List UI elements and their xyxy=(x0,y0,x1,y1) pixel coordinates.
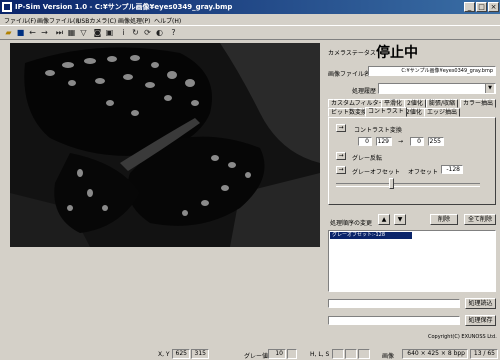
info-icon[interactable]: ⅰ xyxy=(118,28,129,38)
open-folder-icon[interactable]: ▰ xyxy=(3,28,14,38)
app-window: IP-Sim Version 1.0 - C:¥サンプル画像¥eyes0349_… xyxy=(0,0,500,360)
list-item[interactable]: グレーオフセット:-128 xyxy=(330,232,412,239)
refresh-icon[interactable]: ⟳ xyxy=(142,28,153,38)
load-process-button[interactable]: 処理読込 xyxy=(465,298,496,309)
title-bar: IP-Sim Version 1.0 - C:¥サンプル画像¥eyes0349_… xyxy=(0,0,500,14)
process-history-label: 処理履歴 xyxy=(352,88,377,95)
l-value xyxy=(345,349,357,359)
x-value: 625 xyxy=(172,349,190,359)
load-path-field[interactable] xyxy=(328,299,460,308)
menu-file[interactable]: ファイル(F) xyxy=(4,16,36,25)
xy-label: X, Y xyxy=(158,351,170,358)
gray-invert-button[interactable]: → xyxy=(336,152,346,160)
offset-slider[interactable] xyxy=(336,178,480,190)
app-icon xyxy=(2,2,12,12)
dropdown-arrow-icon[interactable]: ▼ xyxy=(485,84,494,93)
image-label: 画像 xyxy=(382,353,395,360)
forward-arrow-icon[interactable]: → xyxy=(39,28,50,38)
butterfly-image xyxy=(10,43,320,247)
contrast-apply-button[interactable]: → xyxy=(336,124,346,132)
gray-offset-button[interactable]: → xyxy=(336,166,346,174)
window-title: IP-Sim Version 1.0 - C:¥サンプル画像¥eyes0349_… xyxy=(15,3,233,11)
mask-icon[interactable]: ◐ xyxy=(154,28,165,38)
image-size: 640 × 425 × 8 bpp xyxy=(402,349,468,359)
offset-label: オフセット xyxy=(408,169,439,176)
to-max-field[interactable]: 255 xyxy=(428,137,444,146)
menu-bar: ファイル(F) 画像ファイル(I) USBカメラ(C) 画像処理(P) ヘルプ(… xyxy=(0,14,500,25)
help-icon[interactable]: ? xyxy=(168,28,179,38)
menu-usb-camera[interactable]: USBカメラ(C) xyxy=(77,16,116,25)
image-display[interactable] xyxy=(10,43,320,247)
rotate-icon[interactable]: ↻ xyxy=(130,28,141,38)
move-up-button[interactable]: ▲ xyxy=(378,214,390,225)
from-max-field[interactable]: 129 xyxy=(376,137,392,146)
save-path-field[interactable] xyxy=(328,316,460,325)
from-min-field[interactable]: 0 xyxy=(358,137,372,146)
arrow-label: → xyxy=(398,138,404,145)
gray-offset-label: グレーオフセット xyxy=(352,169,401,176)
save-process-button[interactable]: 処理保存 xyxy=(465,315,496,326)
process-list[interactable]: グレーオフセット:-128 xyxy=(328,230,496,292)
delete-all-button[interactable]: 全て削除 xyxy=(464,214,496,225)
slider-track xyxy=(336,183,480,187)
filter-icon[interactable]: ▽ xyxy=(78,28,89,38)
copyright-text: Copyright(C) EXUNOSS Ltd. xyxy=(428,334,497,340)
menu-image-file[interactable]: 画像ファイル(I) xyxy=(37,16,79,25)
tab-dilate-erode[interactable]: 膨張/収縮 xyxy=(426,99,459,108)
camera-status-label: カメラステータス xyxy=(328,50,376,57)
gray-invert-label: グレー反転 xyxy=(352,155,383,162)
tab-bit-convert[interactable]: ビット数変換 xyxy=(328,108,371,117)
tab-contrast[interactable]: コントラスト xyxy=(365,107,407,117)
image-file-label: 画像ファイル名 xyxy=(328,71,371,78)
fast-forward-icon[interactable]: ⏭ xyxy=(54,28,65,38)
back-arrow-icon[interactable]: ← xyxy=(27,28,38,38)
camera-status-value: 停止中 xyxy=(376,45,418,61)
contrast-header: コントラスト変換 xyxy=(354,127,402,134)
process-history-select[interactable]: ▼ xyxy=(378,83,496,94)
to-min-field[interactable]: 0 xyxy=(410,137,424,146)
menu-image-processing[interactable]: 画像処理(P) xyxy=(118,16,150,25)
tab-color-extract[interactable]: カラー抽出 xyxy=(460,99,497,108)
image-file-field: C:¥サンプル画像¥eyes0349_gray.bmp xyxy=(368,66,496,76)
move-down-button[interactable]: ▼ xyxy=(394,214,406,225)
offset-field[interactable]: -128 xyxy=(441,165,463,174)
capture-icon[interactable]: ▣ xyxy=(104,28,115,38)
status-bar: X, Y 625 315 グレー値 10 H, L, S 画像 640 × 42… xyxy=(0,348,500,360)
delete-button[interactable]: 削除 xyxy=(430,214,458,225)
h-value xyxy=(332,349,344,359)
page-counter: 13 / 65 xyxy=(470,349,498,359)
save-icon[interactable]: ■ xyxy=(15,28,26,38)
tab-binarize-1[interactable]: 2値化 xyxy=(404,99,426,108)
gray-extra xyxy=(287,349,297,359)
slider-thumb[interactable] xyxy=(389,178,394,189)
gray-label: グレー値 xyxy=(244,353,269,360)
hls-label: H, L, S xyxy=(310,351,330,358)
toolbar: ▰ ■ ← → ⏭ ▦ ▽ ◙ ▣ ⅰ ↻ ⟳ ◐ ? xyxy=(0,25,500,40)
order-label: 処理順序の変更 xyxy=(330,220,373,227)
menu-help[interactable]: ヘルプ(H) xyxy=(154,16,181,25)
minimize-button[interactable]: _ xyxy=(464,2,475,12)
close-button[interactable]: × xyxy=(488,2,499,12)
s-value xyxy=(358,349,370,359)
grid-icon[interactable]: ▦ xyxy=(66,28,77,38)
y-value: 315 xyxy=(191,349,209,359)
maximize-button[interactable]: □ xyxy=(476,2,487,12)
camera-icon[interactable]: ◙ xyxy=(92,28,103,38)
gray-value: 10 xyxy=(268,349,286,359)
tab-edge-extract[interactable]: エッジ抽出 xyxy=(424,108,461,117)
